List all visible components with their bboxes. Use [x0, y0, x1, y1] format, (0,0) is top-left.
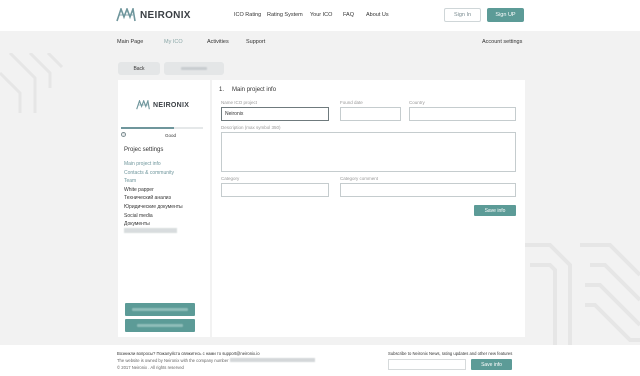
category-comment-input[interactable] — [340, 183, 516, 197]
sidebar-item-contacts-community[interactable]: Contacts & community — [124, 169, 183, 178]
top-bar: NEIRONIX ICO Rating Rating System Your I… — [0, 0, 640, 31]
progress-status: Good — [165, 133, 177, 138]
sidebar-title: Projec settings — [124, 147, 164, 153]
nav-your-ico[interactable]: Your ICO — [310, 12, 332, 18]
step-title: Main project info — [232, 87, 277, 93]
step-number: 1. — [219, 87, 225, 93]
brand-name: NEIRONIX — [140, 9, 191, 21]
sidebar-logo: NEIRONIX — [136, 100, 189, 110]
subscribe-text: Subscribe to Neironix News, rating updat… — [388, 351, 513, 356]
info-icon[interactable]: ? — [121, 132, 126, 137]
sidebar-menu: Main project info Contacts & community T… — [124, 160, 183, 229]
footer-copyright: © 2017 Neironix . All rights reserved — [117, 365, 184, 370]
sidebar-action-button-2[interactable] — [125, 319, 195, 332]
category-select[interactable] — [221, 183, 329, 197]
ico-name-label: Name ICO project — [221, 100, 258, 105]
form-step-heading: 1. Main project info — [219, 87, 276, 93]
sidebar-item-team[interactable]: Team — [124, 177, 183, 186]
found-date-input[interactable] — [340, 107, 401, 121]
country-input[interactable] — [409, 107, 516, 121]
sidebar-item-technical-analysis[interactable]: Технический анализ — [124, 194, 183, 203]
footer-owned-text: The website is owned by Neironix with th… — [117, 358, 229, 363]
redacted-button[interactable] — [164, 62, 224, 75]
subnav-main-page[interactable]: Main Page — [117, 39, 143, 45]
circuit-decoration-left — [0, 53, 64, 113]
sidebar-item-legal-documents[interactable]: Юридические документы — [124, 203, 183, 212]
subnav-support[interactable]: Support — [246, 39, 265, 45]
sidebar-action-button-1[interactable] — [125, 303, 195, 316]
sidebar-brand-name: NEIRONIX — [153, 101, 190, 109]
brand-logo[interactable]: NEIRONIX — [116, 8, 191, 22]
description-textarea[interactable] — [221, 132, 516, 172]
redacted-sidebar-item — [124, 228, 177, 233]
nav-rating-system[interactable]: Rating System — [267, 12, 303, 18]
nav-ico-rating[interactable]: ICO Rating — [234, 12, 261, 18]
sidebar-item-main-project-info[interactable]: Main project info — [124, 160, 183, 169]
project-progress-bar — [121, 127, 203, 129]
neironix-logo-icon — [116, 8, 136, 22]
country-label: Country — [409, 100, 425, 105]
footer — [0, 345, 640, 376]
sidebar-item-white-paper[interactable]: White papper — [124, 186, 183, 195]
save-info-button[interactable]: Save info — [474, 205, 516, 216]
sign-up-button[interactable]: Sign UP — [487, 8, 524, 22]
circuit-decoration-right — [515, 243, 640, 345]
nav-about-us[interactable]: About Us — [366, 12, 389, 18]
footer-contact-text: Возникли вопросы? Пожалуйста свяжитесь с… — [117, 351, 260, 356]
subnav-activities[interactable]: Activities — [207, 39, 229, 45]
redacted-company-number — [230, 358, 315, 362]
progress-fill — [121, 127, 175, 129]
sub-nav: Main Page My ICO Activities Support Acco… — [0, 31, 640, 53]
description-label: Description (max symbol 350) — [221, 125, 281, 130]
subscribe-email-input[interactable] — [388, 359, 466, 370]
sidebar-item-social-media[interactable]: Social media — [124, 212, 183, 221]
subnav-account-settings[interactable]: Account settings — [482, 39, 522, 45]
redacted-text — [181, 67, 207, 70]
back-button[interactable]: Back — [118, 62, 160, 75]
found-date-label: Found date — [340, 100, 363, 105]
category-label: Category — [221, 176, 240, 181]
nav-faq[interactable]: FAQ — [343, 12, 354, 18]
ico-name-input[interactable]: Neironix — [221, 107, 329, 121]
category-comment-label: Category comment — [340, 176, 379, 181]
neironix-logo-icon — [136, 100, 150, 110]
subscribe-button[interactable]: Save info — [471, 359, 512, 370]
project-sidebar: NEIRONIX ? Good Projec settings Main pro… — [118, 80, 210, 337]
sign-in-button[interactable]: Sign In — [444, 8, 481, 22]
redacted-text — [132, 308, 188, 311]
redacted-text — [137, 324, 183, 327]
main-info-form: 1. Main project info Name ICO project Nei… — [212, 80, 525, 337]
subnav-my-ico[interactable]: My ICO — [164, 39, 183, 45]
